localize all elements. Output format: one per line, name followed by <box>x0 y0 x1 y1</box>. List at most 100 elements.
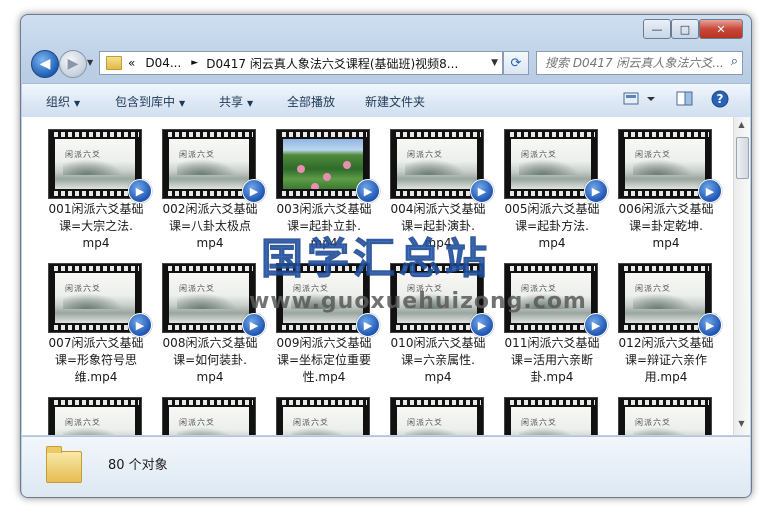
file-name-line: 课=起卦方法. <box>515 219 589 233</box>
film-perforation <box>165 325 253 330</box>
help-icon: ? <box>711 90 729 108</box>
film-perforation <box>393 191 481 196</box>
thumbnail-frame: 闲派六爻 <box>169 273 249 323</box>
mountain-shape <box>291 427 351 435</box>
address-dropdown-icon[interactable]: ▼ <box>491 58 498 68</box>
thumbnail-frame <box>283 139 363 189</box>
film-perforation <box>621 191 709 196</box>
chevron-down-icon: ▼ <box>179 99 186 108</box>
recent-pages-dropdown[interactable]: ▼ <box>87 58 93 67</box>
include-in-library-button[interactable]: 包含到库中 ▼ <box>115 93 185 110</box>
file-name-line: mp4 <box>424 370 452 384</box>
address-bar[interactable]: « D04... ► D0417 闲云真人象法六爻课程(基础班)视频8... ▼ <box>99 51 503 75</box>
view-options-icon <box>623 92 655 105</box>
file-item[interactable]: 闲派六爻 <box>490 391 600 435</box>
file-item[interactable]: 闲派六爻 ▶ 005闲派六爻基础 课=起卦方法. mp4 <box>490 123 608 253</box>
address-segment-parent[interactable]: D04... <box>145 56 181 70</box>
film-perforation <box>279 191 367 196</box>
thumbnail-title: 闲派六爻 <box>65 150 101 159</box>
thumbnail-title: 闲派六爻 <box>635 284 671 293</box>
file-name: 010闲派六爻基础 课=六亲属性. mp4 <box>376 335 500 386</box>
film-perforation <box>51 266 139 271</box>
file-item[interactable]: 闲派六爻 ▶ 008闲派六爻基础 课=如何装卦. mp4 <box>148 257 266 387</box>
thumbnail-frame: 闲派六爻 <box>169 139 249 189</box>
file-name-line: mp4 <box>82 236 110 250</box>
caption-buttons: — □ ✕ <box>643 19 743 39</box>
thumbnail-title: 闲派六爻 <box>521 418 557 427</box>
film-perforation <box>393 132 481 137</box>
mountain-shape <box>177 293 237 309</box>
address-history-symbol[interactable]: « <box>128 56 135 70</box>
breadcrumb-separator-icon[interactable]: ► <box>191 58 198 68</box>
preview-pane-button[interactable] <box>676 90 694 112</box>
file-item[interactable]: 闲派六爻 <box>148 391 258 435</box>
thumbnail-frame: 闲派六爻 <box>397 139 477 189</box>
refresh-icon: ⟳ <box>510 55 522 71</box>
file-name-line: 002闲派六爻基础 <box>162 202 258 216</box>
scroll-down-icon[interactable]: ▼ <box>736 419 747 432</box>
file-item[interactable]: 闲派六爻 ▶ 006闲派六爻基础 课=卦定乾坤. mp4 <box>604 123 722 253</box>
film-perforation <box>621 325 709 330</box>
view-options-button[interactable] <box>623 90 659 112</box>
new-folder-button[interactable]: 新建文件夹 <box>365 93 425 110</box>
scroll-thumb[interactable] <box>736 137 749 179</box>
address-segment-current[interactable]: D0417 闲云真人象法六爻课程(基础班)视频8... <box>206 55 458 72</box>
file-item[interactable]: 闲派六爻 <box>604 391 714 435</box>
maximize-button[interactable]: □ <box>671 19 699 39</box>
refresh-button[interactable]: ⟳ <box>503 51 529 75</box>
file-item[interactable]: 闲派六爻 ▶ 001闲派六爻基础 课=大宗之法. mp4 <box>34 123 152 253</box>
thumbnail-title: 闲派六爻 <box>179 150 215 159</box>
video-thumbnail: 闲派六爻 <box>504 397 598 435</box>
file-name-line: 课=辩证六亲作 <box>624 353 708 367</box>
file-name-line: 012闲派六爻基础 <box>618 336 714 350</box>
film-perforation <box>165 132 253 137</box>
search-input[interactable] <box>543 55 727 71</box>
file-name-line: 课=卦定乾坤. <box>629 219 703 233</box>
search-icon[interactable]: ⌕ <box>731 54 738 69</box>
thumbnail-frame: 闲派六爻 <box>511 139 591 189</box>
watermark-title: 国学汇总站 <box>260 234 492 284</box>
folder-icon <box>46 446 82 483</box>
file-item[interactable]: 闲派六爻 <box>376 391 486 435</box>
lotus-flower <box>311 183 319 189</box>
forward-button[interactable]: ▶ <box>59 50 87 78</box>
file-item[interactable]: 闲派六爻 ▶ 002闲派六爻基础 课=八卦太极点 mp4 <box>148 123 266 253</box>
film-perforation <box>51 325 139 330</box>
play-all-button[interactable]: 全部播放 <box>287 93 335 110</box>
mountain-shape <box>177 427 237 435</box>
search-box[interactable]: ⌕ <box>536 51 743 75</box>
lotus-flower <box>323 173 331 181</box>
vertical-scrollbar[interactable]: ▲ ▼ <box>733 117 750 435</box>
minimize-button[interactable]: — <box>643 19 671 39</box>
video-thumbnail: 闲派六爻 <box>618 397 712 435</box>
thumbnail-frame: 闲派六爻 <box>55 407 135 435</box>
file-item[interactable]: 闲派六爻 ▶ 007闲派六爻基础 课=形象符号思 维.mp4 <box>34 257 152 387</box>
navigation-bar: ◀ ▶ ▼ « D04... ► D0417 闲云真人象法六爻课程(基础班)视频… <box>29 48 743 78</box>
organize-button[interactable]: 组织 ▼ <box>46 93 80 110</box>
file-item[interactable]: 闲派六爻 ▶ 011闲派六爻基础 课=活用六亲断 卦.mp4 <box>490 257 608 387</box>
share-label: 共享 <box>219 95 244 109</box>
file-item[interactable]: 闲派六爻 <box>262 391 372 435</box>
file-name: 012闲派六爻基础 课=辩证六亲作 用.mp4 <box>604 335 728 386</box>
explorer-window: — □ ✕ ◀ ▶ ▼ « D04... ► D0417 闲云真人象法六爻课程(… <box>20 14 752 498</box>
video-thumbnail: 闲派六爻 <box>276 397 370 435</box>
back-button[interactable]: ◀ <box>31 50 59 78</box>
file-name-line: 007闲派六爻基础 <box>48 336 144 350</box>
mountain-shape <box>633 293 693 309</box>
thumbnail-frame: 闲派六爻 <box>283 407 363 435</box>
file-name-line: 课=如何装卦. <box>173 353 247 367</box>
help-button[interactable]: ? <box>711 90 729 112</box>
thumbnail-frame: 闲派六爻 <box>625 273 705 323</box>
file-item[interactable]: 闲派六爻 <box>34 391 144 435</box>
mountain-shape <box>405 427 465 435</box>
close-button[interactable]: ✕ <box>699 19 743 39</box>
film-perforation <box>165 266 253 271</box>
file-name: 001闲派六爻基础 课=大宗之法. mp4 <box>34 201 158 252</box>
file-item[interactable]: 闲派六爻 ▶ 012闲派六爻基础 课=辩证六亲作 用.mp4 <box>604 257 722 387</box>
file-name-line: 003闲派六爻基础 <box>276 202 372 216</box>
thumbnail-title: 闲派六爻 <box>407 418 443 427</box>
thumbnail-frame: 闲派六爻 <box>55 273 135 323</box>
thumbnail-title: 闲派六爻 <box>179 418 215 427</box>
scroll-up-icon[interactable]: ▲ <box>736 120 747 133</box>
share-button[interactable]: 共享 ▼ <box>219 93 253 110</box>
